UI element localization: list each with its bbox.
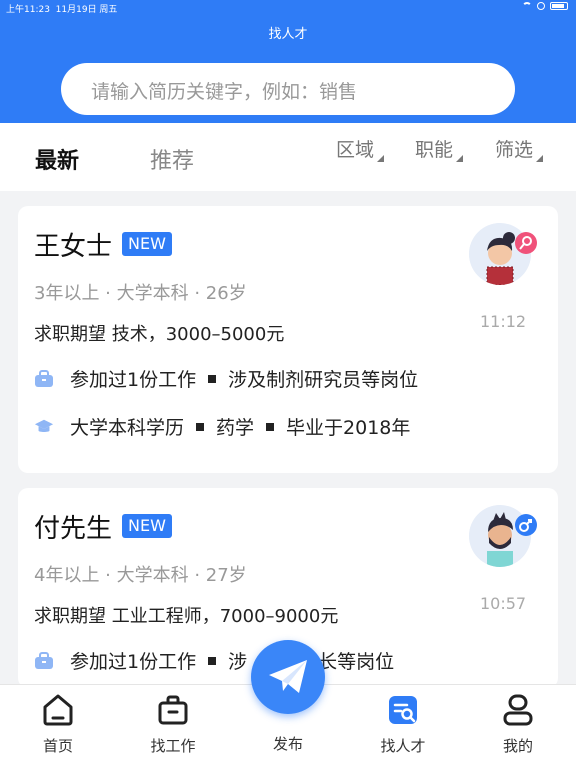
search-input[interactable]: 请输入简历关键字，例如：销售 xyxy=(61,63,515,115)
separator-square xyxy=(208,374,217,383)
filter-screen[interactable]: 筛选 xyxy=(495,135,544,162)
tab-recommend[interactable]: 推荐 xyxy=(150,143,194,175)
user-icon xyxy=(503,694,533,726)
job-expectation: 求职期望 工业工程师，7000–9000元 xyxy=(34,606,339,627)
new-badge: NEW xyxy=(122,232,172,256)
paper-plane-icon xyxy=(269,660,307,693)
candidate-meta: 3年以上 · 大学本科 · 26岁 xyxy=(34,283,247,304)
status-bar: 上午11:23 11月19日 周五 xyxy=(0,0,576,16)
nav-find-job[interactable]: 找工作 xyxy=(133,693,213,756)
dropdown-triangle-icon xyxy=(536,155,544,162)
orientation-lock-icon xyxy=(537,2,545,10)
work-experience-row: 参加过1份工作 涉及制剂研究员等岗位 xyxy=(34,365,418,392)
candidate-name: 王女士 xyxy=(34,232,113,262)
female-icon xyxy=(515,232,537,254)
battery-icon xyxy=(550,2,568,10)
nav-mine[interactable]: 我的 xyxy=(478,693,558,756)
nav-find-talent[interactable]: 找人才 xyxy=(363,693,443,756)
update-time: 10:57 xyxy=(480,594,527,613)
filter-bar: 最新 推荐 区域 职能 筛选 xyxy=(0,123,576,191)
page-title: 找人才 xyxy=(268,27,308,42)
header: 上午11:23 11月19日 周五 找人才 请输入简历关键字，例如：销售 xyxy=(0,0,576,123)
job-expectation: 求职期望 技术，3000–5000元 xyxy=(34,324,285,345)
filter-function[interactable]: 职能 xyxy=(415,135,464,162)
education-row: 大学本科学历 药学 毕业于2018年 xyxy=(34,413,410,440)
separator-square xyxy=(196,422,205,431)
dropdown-triangle-icon xyxy=(456,155,464,162)
candidate-meta: 4年以上 · 大学本科 · 27岁 xyxy=(34,565,247,586)
status-time: 上午11:23 11月19日 周五 xyxy=(6,5,118,15)
nav-home[interactable]: 首页 xyxy=(18,693,98,756)
male-icon xyxy=(515,514,537,536)
separator-square xyxy=(208,656,217,665)
update-time: 11:12 xyxy=(480,312,527,331)
search-placeholder: 请输入简历关键字，例如：销售 xyxy=(91,81,358,103)
briefcase-icon xyxy=(158,695,188,725)
tab-latest[interactable]: 最新 xyxy=(35,143,79,175)
candidate-card[interactable]: 王女士 NEW 3年以上 · 大学本科 · 26岁 求职期望 技术，3000–5… xyxy=(18,206,558,473)
filter-area[interactable]: 区域 xyxy=(336,135,385,162)
briefcase-icon xyxy=(35,651,53,669)
new-badge: NEW xyxy=(122,514,172,538)
wifi-icon xyxy=(522,2,532,10)
work-experience-row: 参加过1份工作涉组长等岗位 xyxy=(34,647,394,674)
dropdown-triangle-icon xyxy=(377,155,385,162)
status-icons xyxy=(522,2,568,10)
briefcase-icon xyxy=(35,369,53,387)
publish-button[interactable] xyxy=(251,640,325,714)
talent-search-icon xyxy=(389,696,417,724)
nav-publish-label: 发布 xyxy=(272,735,303,753)
candidate-name: 付先生 xyxy=(34,514,113,544)
separator-square xyxy=(266,422,275,431)
graduation-cap-icon xyxy=(34,419,54,432)
home-icon xyxy=(43,694,73,726)
